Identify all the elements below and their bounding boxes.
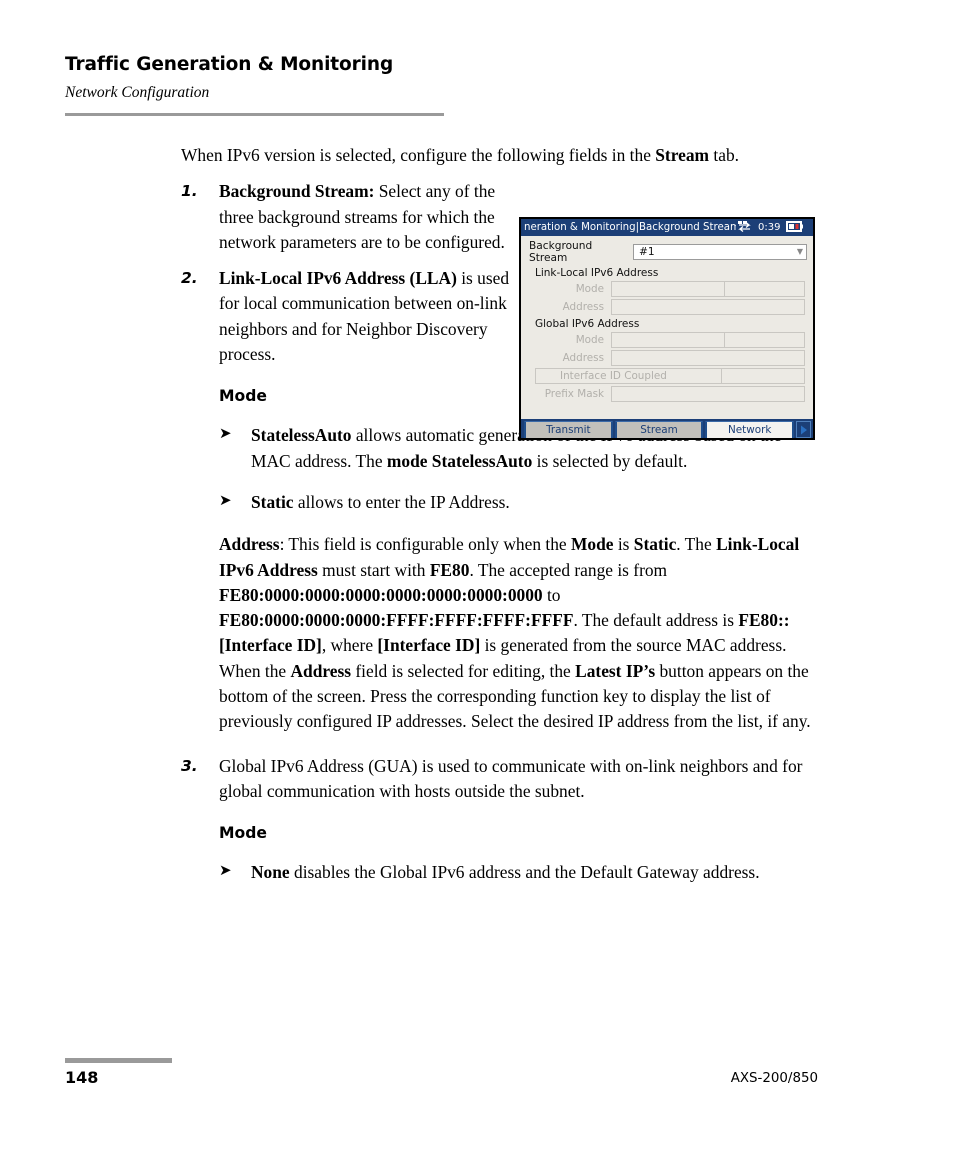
device-screenshot: neration & Monitoring|Background Streams… xyxy=(519,217,815,440)
list-item-3: 3. Global IPv6 Address (GUA) is used to … xyxy=(181,754,825,805)
list-marker-1: 1. xyxy=(181,182,198,201)
field-input-gua-mode-left[interactable] xyxy=(611,331,726,348)
intro-bold-term: Stream xyxy=(655,145,710,165)
device-titlebar: neration & Monitoring|Background Streams… xyxy=(521,219,813,236)
header-divider xyxy=(65,113,444,116)
group-label-link-local: Link-Local IPv6 Address xyxy=(535,267,659,279)
addr-t5: . The accepted range is from xyxy=(469,559,668,580)
addr-t6: to xyxy=(542,584,561,605)
network-traffic-icon xyxy=(738,220,751,235)
field-label-lla-address: Address xyxy=(562,300,604,313)
addr-b3: Static xyxy=(633,534,677,555)
device-title-text: neration & Monitoring|Background Streams… xyxy=(524,222,736,233)
field-row-interface-id-coupled: Interface ID Coupled xyxy=(535,367,805,384)
device-screen: neration & Monitoring|Background Streams… xyxy=(521,219,813,438)
background-stream-row: Background Stream #1 ▼ xyxy=(521,236,813,264)
field-row-lla-mode: Mode xyxy=(535,280,805,297)
footer-divider xyxy=(65,1058,172,1063)
section-subtitle: Network Configuration xyxy=(65,84,210,102)
intro-text-after: tab. xyxy=(709,145,739,165)
field-input-gua-mode-right[interactable] xyxy=(725,331,805,348)
field-label-lla-mode: Mode xyxy=(575,282,604,295)
intro-paragraph: When IPv6 version is selected, configure… xyxy=(181,143,817,168)
bullet-end-statelessauto: is selected by default. xyxy=(532,450,688,471)
field-row-gua-address: Address xyxy=(535,349,805,366)
address-paragraph: Address: This field is configurable only… xyxy=(219,532,825,734)
list-text-3: Global IPv6 Address (GUA) is used to com… xyxy=(219,755,803,801)
intro-text-before: When IPv6 version is selected, configure… xyxy=(181,145,656,165)
field-input-gua-address[interactable] xyxy=(611,349,805,366)
list-marker-3: 3. xyxy=(181,756,198,775)
addr-b6: FE80:0000:0000:0000:0000:0000:0000:0000 xyxy=(219,584,543,605)
bullet-body-static: Static allows to enter the IP Address. xyxy=(251,490,825,515)
arrow-bullet-icon: ➤ xyxy=(219,492,232,509)
mode-heading-gua: Mode xyxy=(219,824,267,843)
field-input-lla-mode-left[interactable] xyxy=(611,280,726,297)
group-label-global: Global IPv6 Address xyxy=(535,318,640,330)
chapter-title: Traffic Generation & Monitoring xyxy=(65,54,394,75)
field-label-gua-address: Address xyxy=(562,351,604,364)
battery-icon xyxy=(786,220,804,235)
addr-b9: [Interface ID] xyxy=(377,635,481,656)
field-row-lla-address: Address xyxy=(535,298,805,315)
bullet-bold-none: None xyxy=(251,862,290,883)
addr-b7: FE80:0000:0000:0000:FFFF:FFFF:FFFF:FFFF xyxy=(219,610,574,631)
page-header: Traffic Generation & Monitoring Network … xyxy=(65,54,445,103)
product-name: AXS-200/850 xyxy=(730,1071,818,1086)
bullet-bold-static: Static xyxy=(251,491,294,512)
bullet-mid-static: allows to enter the IP Address. xyxy=(293,491,510,512)
addr-b11: Latest IP’s xyxy=(575,660,656,681)
field-input-lla-address[interactable] xyxy=(611,298,805,315)
bullet-bold-statelessauto: StatelessAuto xyxy=(251,425,352,446)
list-marker-2: 2. xyxy=(181,269,198,288)
tab-network[interactable]: Network xyxy=(705,421,795,438)
bullet-mid-none: disables the Global IPv6 address and the… xyxy=(289,862,760,883)
field-input-lla-mode-right[interactable] xyxy=(725,280,805,297)
arrow-bullet-icon: ➤ xyxy=(219,863,232,880)
addr-t4: must start with xyxy=(317,559,430,580)
addr-t2: is xyxy=(613,534,634,555)
chevron-right-icon[interactable] xyxy=(796,421,812,438)
addr-b2: Mode xyxy=(570,534,614,555)
addr-b10: Address xyxy=(290,660,352,681)
field-input-interface-id-coupled[interactable] xyxy=(720,367,805,384)
field-label-interface-id-coupled: Interface ID Coupled xyxy=(535,367,721,384)
tab-transmit[interactable]: Transmit xyxy=(524,421,613,438)
field-row-prefix-mask: Prefix Mask xyxy=(535,385,805,402)
page-number: 148 xyxy=(65,1068,99,1087)
list-body-1: Background Stream: Select any of the thr… xyxy=(219,179,519,255)
device-tabbar: Transmit Stream Network xyxy=(521,419,813,438)
list-body-2: Link-Local IPv6 Address (LLA) is used fo… xyxy=(219,266,519,367)
device-clock: 0:39 xyxy=(758,222,781,233)
addr-t3: . The xyxy=(676,534,717,555)
addr-t1: : This field is configurable only when t… xyxy=(279,534,571,555)
bullet-boldmid-statelessauto: mode StatelessAuto xyxy=(386,450,533,471)
chevron-down-icon: ▼ xyxy=(796,247,803,256)
addr-b1: Address xyxy=(219,534,280,555)
list-bold-lead-2: Link-Local IPv6 Address (LLA) xyxy=(219,268,457,289)
field-input-prefix-mask[interactable] xyxy=(611,385,805,402)
bullet-none: ➤ None disables the Global IPv6 address … xyxy=(219,860,825,885)
addr-t10: field is selected for editing, the xyxy=(351,660,576,681)
background-stream-select[interactable]: #1 ▼ xyxy=(633,244,807,260)
addr-t7: . The default address is xyxy=(573,610,739,631)
bullet-static: ➤ Static allows to enter the IP Address. xyxy=(219,490,825,515)
bullet-body-none: None disables the Global IPv6 address an… xyxy=(251,860,825,885)
arrow-bullet-icon: ➤ xyxy=(219,426,232,443)
list-body-3: Global IPv6 Address (GUA) is used to com… xyxy=(219,754,825,805)
tab-stream[interactable]: Stream xyxy=(614,421,704,438)
background-stream-label: Background Stream xyxy=(529,240,593,264)
addr-t8: , where xyxy=(321,635,378,656)
addr-b5: FE80 xyxy=(429,559,470,580)
field-label-prefix-mask: Prefix Mask xyxy=(544,387,604,400)
field-row-gua-mode: Mode xyxy=(535,331,805,348)
field-label-gua-mode: Mode xyxy=(575,333,604,346)
background-stream-value: #1 xyxy=(639,246,655,258)
list-bold-lead-1: Background Stream: xyxy=(219,181,375,202)
